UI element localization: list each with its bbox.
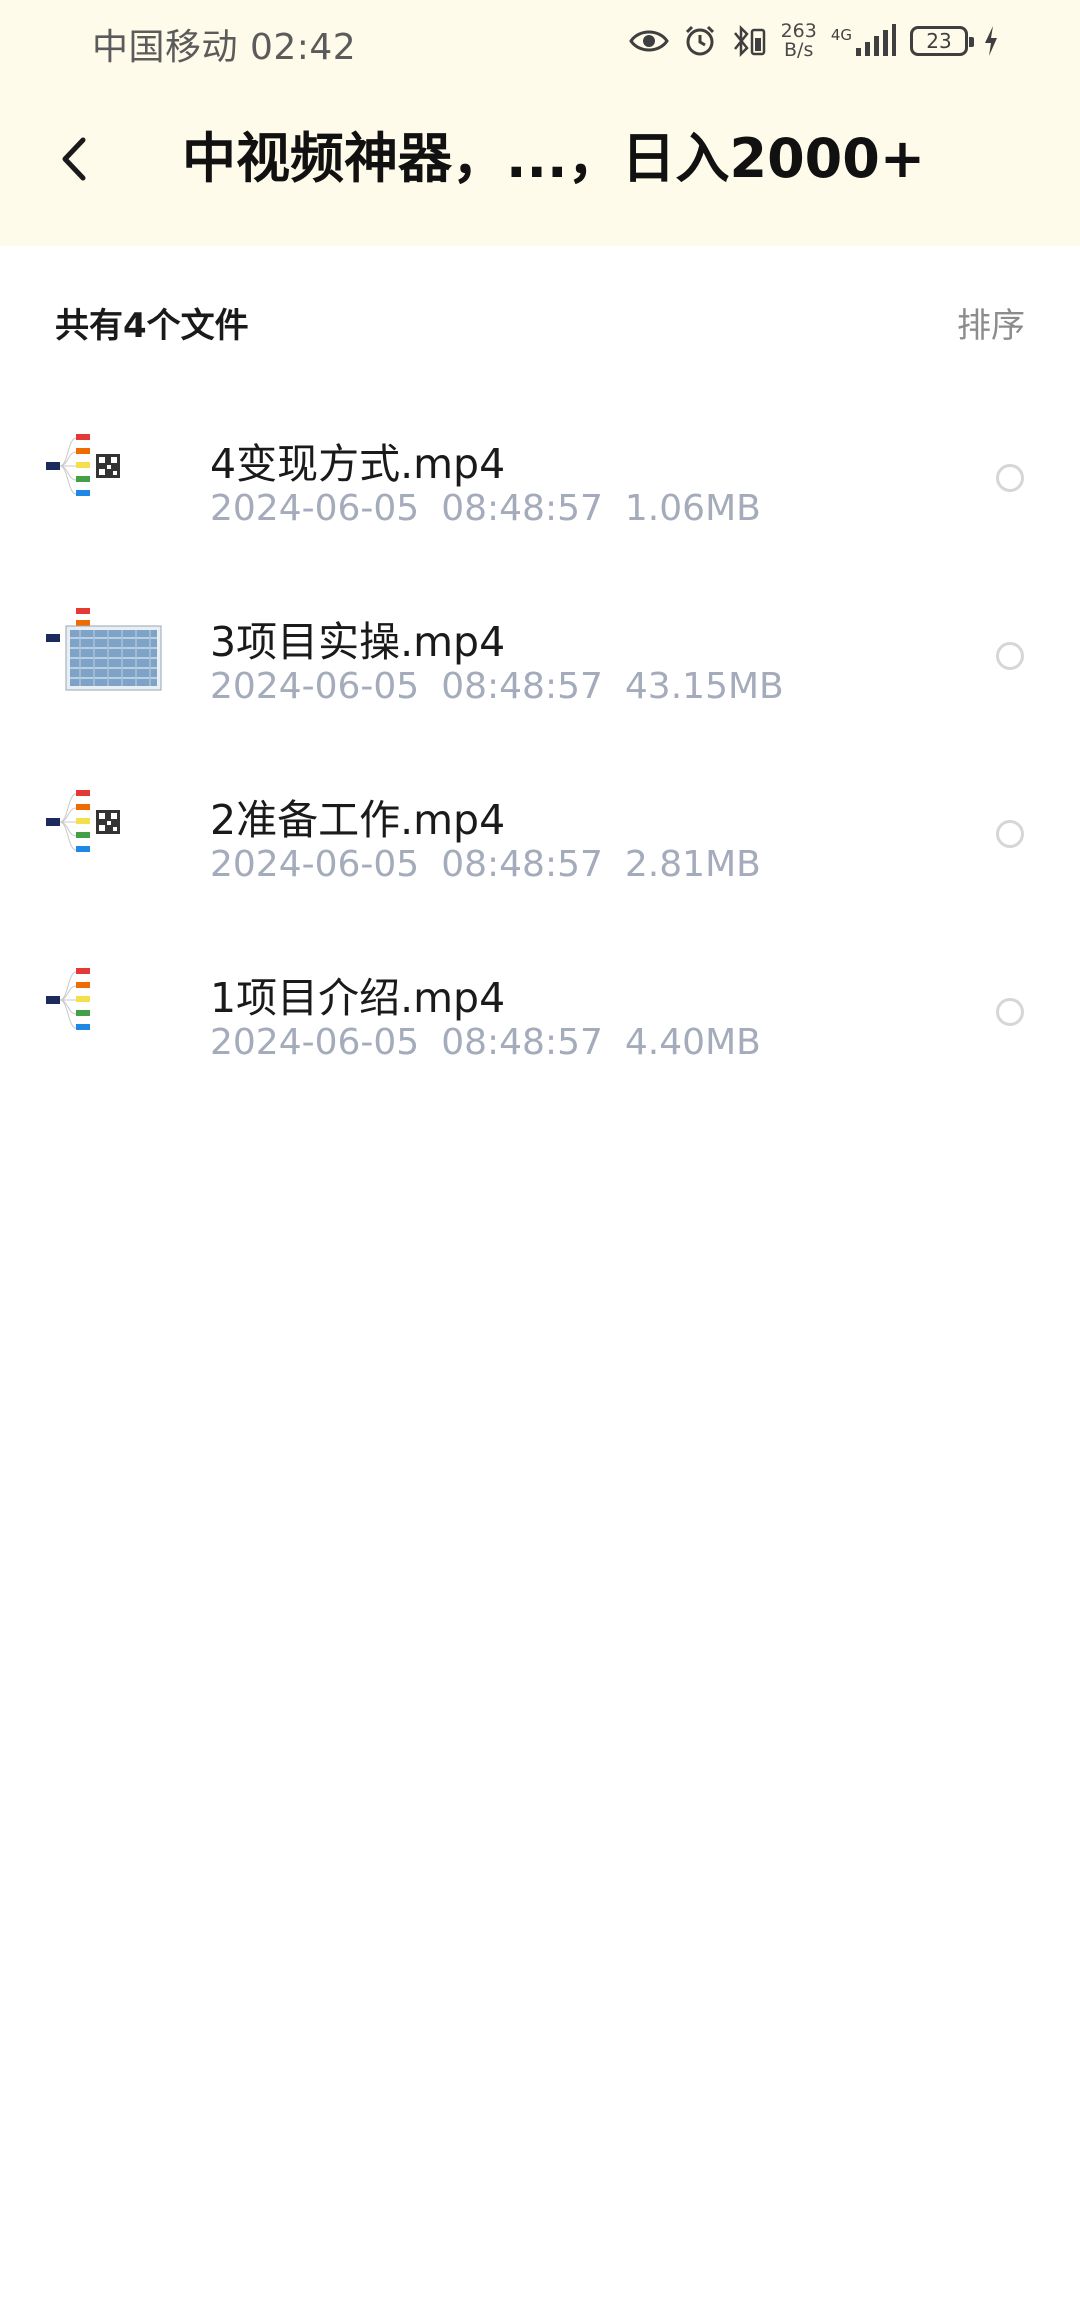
select-radio[interactable]: [996, 820, 1024, 848]
file-count: 共有4个文件: [55, 306, 249, 346]
net-speed-unit: B/s: [784, 39, 814, 61]
file-size: 4.40MB: [624, 1022, 761, 1063]
file-time: 08:48:57: [441, 844, 603, 885]
app-bar: 中视频神器，...，日入2000+: [0, 100, 1080, 226]
signal-icon: 4G: [831, 24, 896, 58]
file-size: 1.06MB: [624, 488, 761, 529]
file-meta: 2024-06-05 08:48:57 2.81MB: [210, 844, 761, 885]
file-name: 3项目实操.mp4: [210, 618, 506, 666]
chevron-left-icon: [62, 137, 86, 181]
select-radio[interactable]: [996, 464, 1024, 492]
file-date: 2024-06-05: [210, 1022, 420, 1063]
video-thumbnail: [46, 604, 166, 724]
status-icons: 263 B/s 4G 23: [628, 16, 1000, 66]
network-type: 4G: [830, 26, 852, 44]
video-thumbnail: [46, 960, 166, 1080]
charging-icon: [982, 24, 1000, 58]
file-name: 1项目介绍.mp4: [210, 974, 506, 1022]
carrier-time: 中国移动 02:42: [92, 18, 356, 70]
file-size: 2.81MB: [624, 844, 761, 885]
file-list: 4变现方式.mp4 2024-06-05 08:48:57 1.06MB 3项目…: [0, 400, 1080, 1112]
file-meta: 2024-06-05 08:48:57 4.40MB: [210, 1022, 761, 1063]
file-size: 43.15MB: [624, 666, 784, 707]
eye-icon: [628, 27, 669, 55]
select-radio[interactable]: [996, 998, 1024, 1026]
battery-level: 23: [926, 29, 952, 53]
video-thumbnail: [46, 426, 166, 546]
clock: 02:42: [249, 27, 357, 68]
page-title: 中视频神器，...，日入2000+: [182, 127, 926, 190]
carrier-label: 中国移动: [92, 27, 239, 68]
file-meta: 2024-06-05 08:48:57 43.15MB: [210, 666, 784, 707]
list-item[interactable]: 1项目介绍.mp4 2024-06-05 08:48:57 4.40MB: [0, 934, 1080, 1112]
summary-row: 共有4个文件 排序: [0, 290, 1080, 350]
file-name: 4变现方式.mp4: [210, 440, 506, 488]
back-button[interactable]: [40, 124, 110, 194]
alarm-icon: [683, 24, 717, 58]
file-time: 08:48:57: [441, 1022, 603, 1063]
file-meta: 2024-06-05 08:48:57 1.06MB: [210, 488, 761, 529]
sort-button[interactable]: 排序: [957, 298, 1025, 347]
video-thumbnail: [46, 782, 166, 902]
file-date: 2024-06-05: [210, 488, 420, 529]
top-area: 中国移动 02:42 263 B/s 4G 23 中视频神器，...，日入200…: [0, 0, 1080, 246]
file-date: 2024-06-05: [210, 844, 420, 885]
status-bar: 中国移动 02:42 263 B/s 4G 23: [0, 0, 1080, 84]
net-speed: 263 B/s: [781, 22, 817, 60]
file-name: 2准备工作.mp4: [210, 796, 506, 844]
file-time: 08:48:57: [441, 666, 603, 707]
file-date: 2024-06-05: [210, 666, 420, 707]
list-item[interactable]: 3项目实操.mp4 2024-06-05 08:48:57 43.15MB: [0, 578, 1080, 756]
file-time: 08:48:57: [441, 488, 603, 529]
battery-icon: 23: [910, 26, 974, 56]
select-radio[interactable]: [996, 642, 1024, 670]
list-item[interactable]: 2准备工作.mp4 2024-06-05 08:48:57 2.81MB: [0, 756, 1080, 934]
list-item[interactable]: 4变现方式.mp4 2024-06-05 08:48:57 1.06MB: [0, 400, 1080, 578]
bluetooth-icon: [731, 24, 767, 58]
